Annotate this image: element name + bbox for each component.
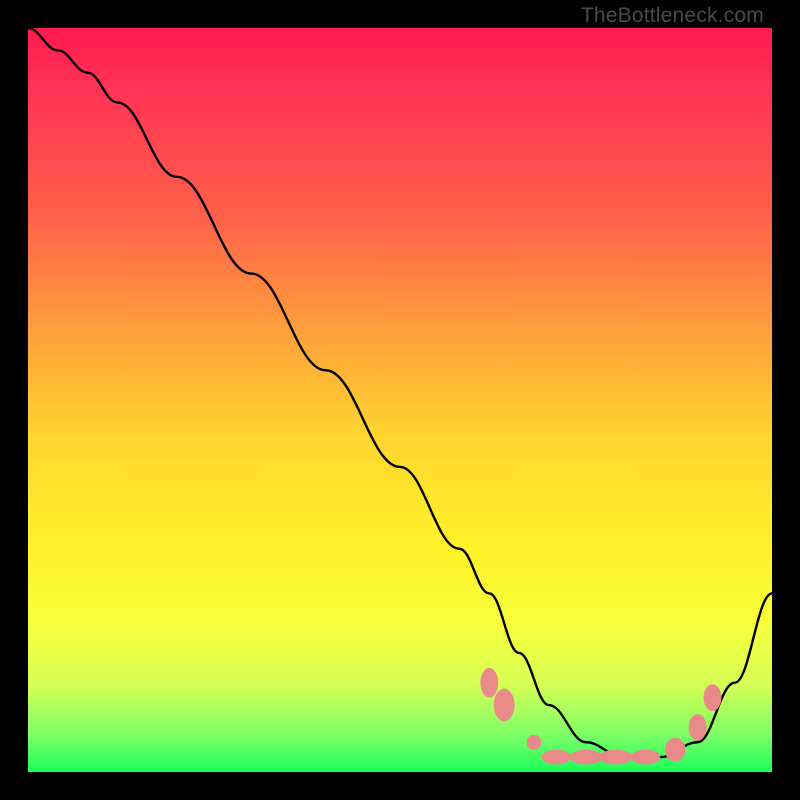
curve-series [28, 28, 772, 757]
marker-dot [599, 750, 632, 765]
marker-dot [541, 750, 571, 765]
marker-group [480, 668, 721, 765]
marker-dot [570, 750, 603, 765]
marker-dot [665, 738, 686, 762]
marker-dot [480, 668, 498, 698]
marker-dot [704, 684, 722, 711]
watermark-text: TheBottleneck.com [581, 4, 764, 28]
marker-dot [631, 750, 661, 765]
chart-overlay-svg [28, 28, 772, 772]
marker-dot [494, 689, 515, 722]
marker-dot [526, 735, 541, 750]
chart-frame: TheBottleneck.com [0, 0, 800, 800]
marker-dot [689, 714, 707, 741]
